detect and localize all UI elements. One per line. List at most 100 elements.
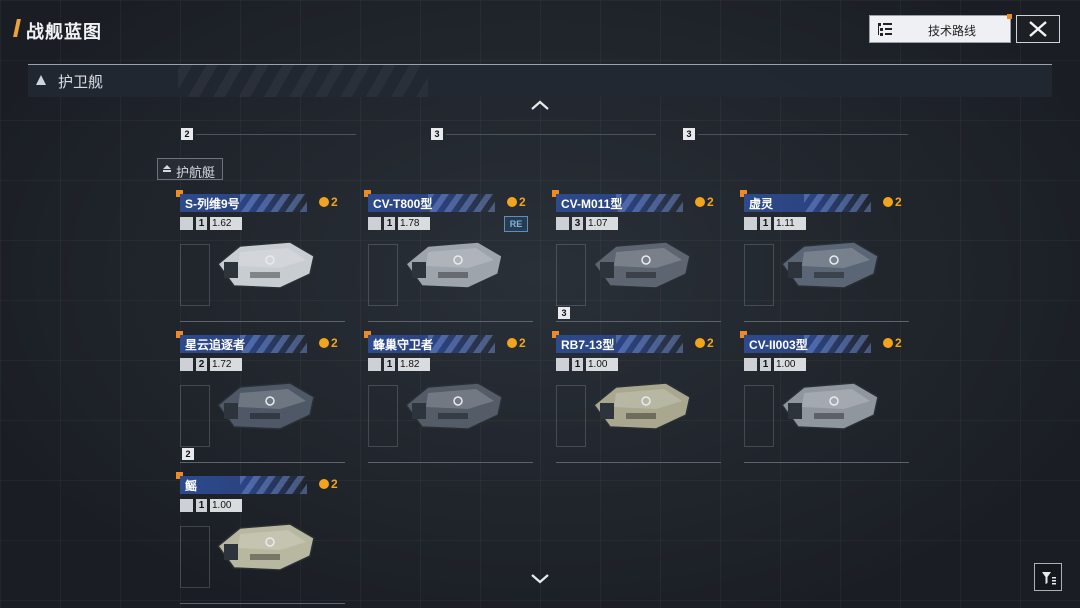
rank-badge-value: 2 [331, 477, 338, 491]
ship-level: 2 [196, 358, 207, 371]
ship-class-icon [368, 217, 381, 230]
ship-stat-value: 1.72 [210, 358, 242, 371]
rank-badge-value: 2 [707, 336, 714, 350]
ship-name: 虚灵 [749, 197, 774, 211]
tier-number: 3 [431, 128, 443, 140]
rank-badge-value: 2 [331, 195, 338, 209]
ship-stat-value: 1.00 [774, 358, 806, 371]
rank-badge-icon [695, 338, 705, 348]
tier-number: 3 [558, 307, 570, 319]
ship-model [216, 523, 315, 571]
tier-number: 3 [683, 128, 695, 140]
subcategory-escort-boat[interactable]: 护航艇 [157, 158, 223, 180]
tier-number: 2 [181, 128, 193, 140]
ship-card[interactable]: 鳐 2 1 1.00 [176, 472, 345, 604]
ship-name: S-列维9号 [185, 197, 240, 211]
ship-model [404, 241, 503, 289]
ship-class-icon [180, 358, 193, 371]
ship-card[interactable]: RB7-13型 2 1 1.00 [552, 331, 721, 463]
tech-route-button[interactable]: 技术路线 [869, 14, 1012, 43]
ship-card[interactable]: 蜂巢守卫者 2 1 1.82 [364, 331, 533, 463]
section-header-frigate[interactable]: 护卫舰 [28, 64, 1052, 97]
ship-name: 蜂巢守卫者 [373, 338, 434, 352]
ship-name: 星云追逐者 [185, 338, 246, 352]
ship-class-icon [180, 217, 193, 230]
row-divider [698, 134, 908, 135]
row-divider [446, 134, 656, 135]
ship-class-icon [180, 499, 193, 512]
ship-model [780, 241, 879, 289]
ship-stat-value: 1.11 [774, 217, 806, 230]
tech-route-label: 技术路线 [928, 24, 977, 38]
ship-class-icon [744, 358, 757, 371]
ship-model [216, 382, 315, 430]
close-icon [1029, 21, 1047, 37]
ship-class-icon [744, 217, 757, 230]
notification-dot [1007, 14, 1012, 19]
filter-icon [1042, 572, 1056, 585]
ship-stat-value: 1.78 [398, 217, 430, 230]
rank-badge-icon [319, 338, 329, 348]
ship-stat-value: 1.82 [398, 358, 430, 371]
ship-name: RB7-13型 [561, 338, 615, 352]
ship-stat-value: 1.07 [586, 217, 618, 230]
re-tag: RE [504, 216, 528, 232]
rank-badge-value: 2 [519, 195, 526, 209]
rank-badge-value: 2 [707, 195, 714, 209]
rank-badge-icon [319, 479, 329, 489]
ship-level: 1 [384, 217, 395, 230]
rank-badge-icon [883, 338, 893, 348]
ship-card[interactable]: CV-T800型 2 1 1.78 RE [364, 190, 533, 322]
ship-level: 1 [196, 217, 207, 230]
ship-level: 1 [572, 358, 583, 371]
ship-stat-value: 1.00 [210, 499, 242, 512]
ship-name: CV-M011型 [561, 197, 623, 211]
ship-level: 1 [196, 499, 207, 512]
rank-badge-value: 2 [331, 336, 338, 350]
rank-badge-icon [507, 197, 517, 207]
rank-badge-icon [319, 197, 329, 207]
ship-name: 鳐 [185, 479, 198, 493]
row-divider [196, 134, 356, 135]
ship-name: CV-II003型 [749, 338, 808, 352]
tech-tree-icon [878, 23, 892, 36]
ship-card[interactable]: 虚灵 2 1 1.11 [740, 190, 909, 322]
ship-model [216, 241, 315, 289]
rank-badge-value: 2 [895, 336, 902, 350]
header-stripes [178, 65, 428, 97]
ship-name: CV-T800型 [373, 197, 433, 211]
previous-row-segment: 2 [178, 104, 358, 144]
ship-class-icon [368, 358, 381, 371]
tier-number: 2 [182, 448, 194, 460]
ship-level: 1 [760, 217, 771, 230]
ship-model [404, 382, 503, 430]
ship-level: 1 [384, 358, 395, 371]
subcategory-label: 护航艇 [176, 165, 216, 180]
section-label: 护卫舰 [58, 74, 104, 91]
rank-badge-icon [695, 197, 705, 207]
ship-card[interactable]: CV-II003型 2 1 1.00 [740, 331, 909, 463]
title-accent-bar [13, 19, 21, 37]
rank-badge-icon [883, 197, 893, 207]
page-title: 战舰蓝图 [26, 22, 102, 42]
close-button[interactable] [1016, 15, 1060, 43]
filter-button[interactable] [1034, 563, 1062, 591]
ship-card[interactable]: CV-M011型 2 3 1.07 3 [552, 190, 721, 322]
rank-badge-value: 2 [519, 336, 526, 350]
collapse-triangle-icon [36, 75, 46, 85]
ship-model [780, 382, 879, 430]
top-bar: 战舰蓝图 技术路线 [0, 0, 1080, 60]
chevron-down-icon[interactable] [530, 573, 550, 585]
ship-class-icon [556, 217, 569, 230]
ship-name-bar [180, 476, 307, 494]
ship-level: 3 [572, 217, 583, 230]
ship-class-icon [556, 358, 569, 371]
ship-card[interactable]: 星云追逐者 2 2 1.72 2 [176, 331, 345, 463]
escort-boat-icon [163, 165, 171, 172]
ship-model [592, 241, 691, 289]
ship-level: 1 [760, 358, 771, 371]
previous-row-segment: 3 [680, 104, 910, 144]
previous-row-segment: 3 [428, 104, 658, 144]
ship-card[interactable]: S-列维9号 2 1 1.62 [176, 190, 345, 322]
rank-badge-icon [507, 338, 517, 348]
